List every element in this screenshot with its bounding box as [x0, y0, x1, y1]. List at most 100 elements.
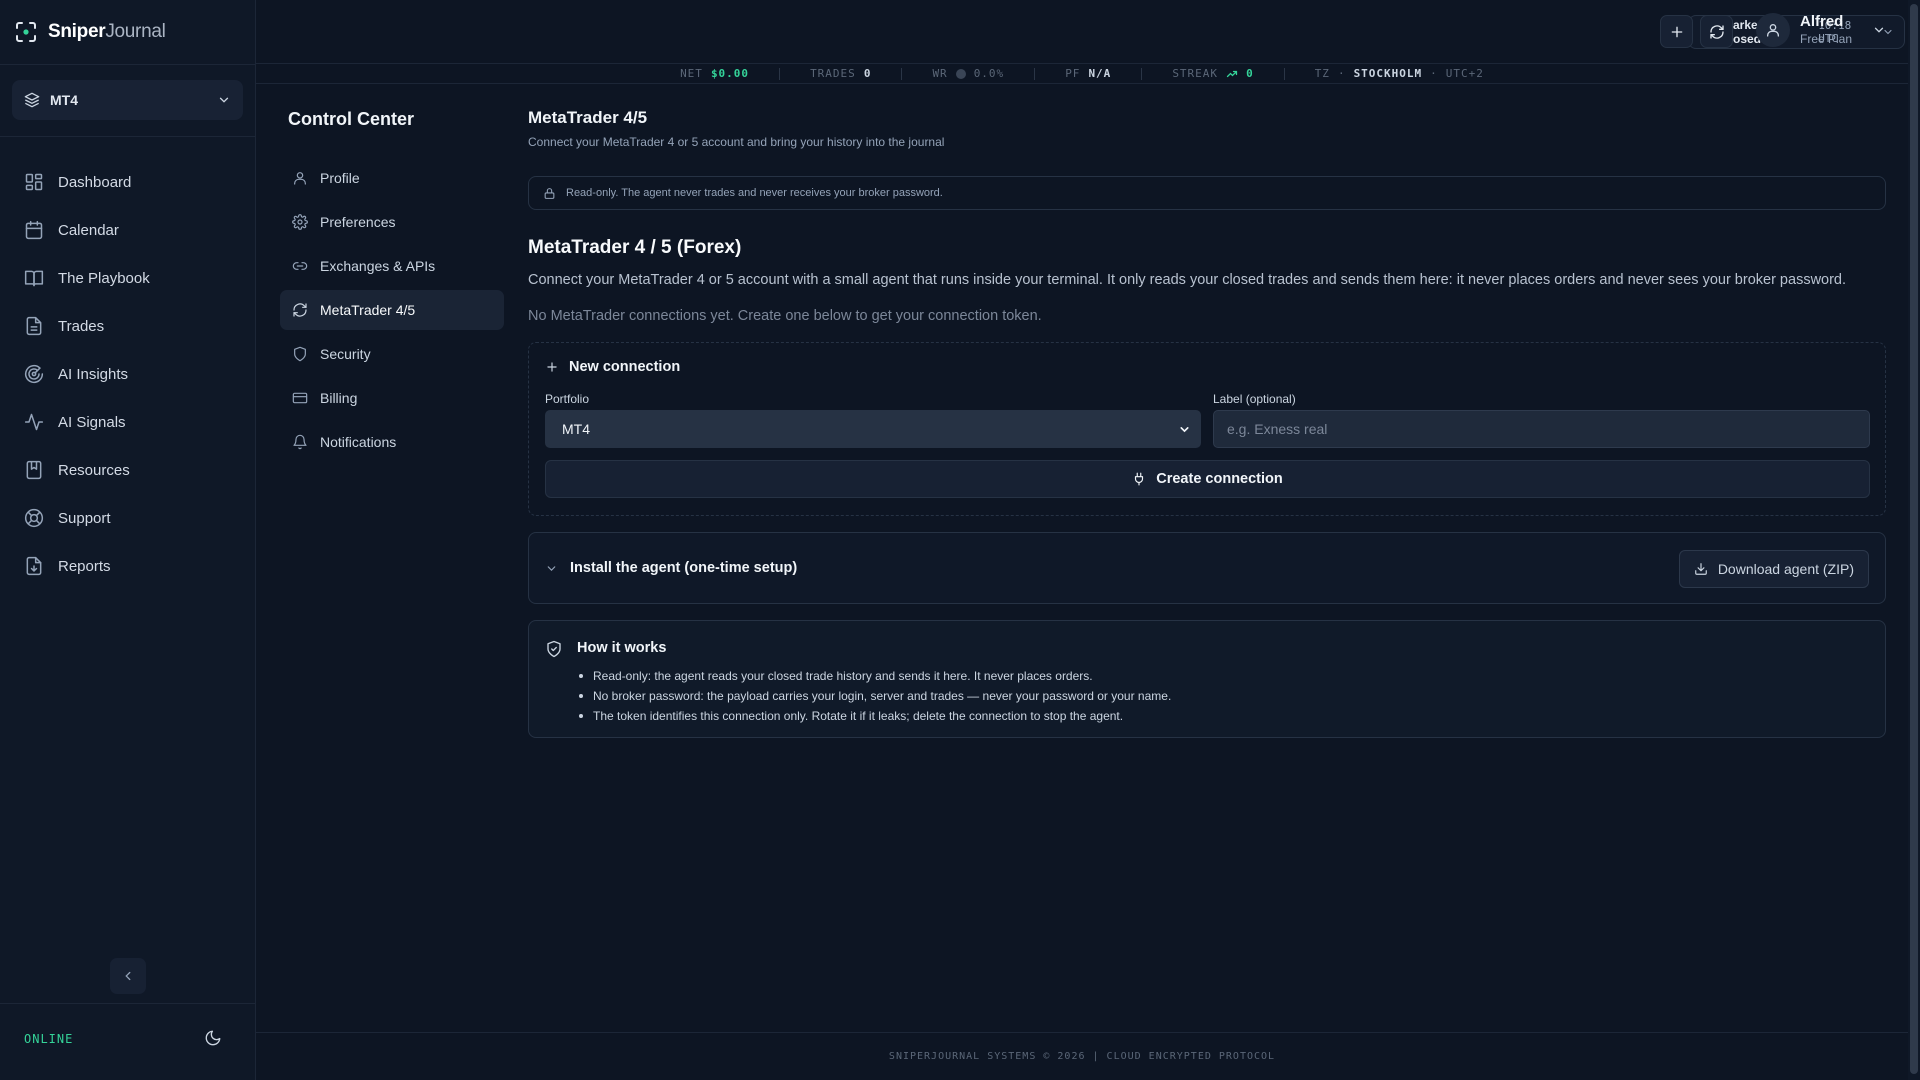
settings-item-preferences[interactable]: Preferences	[280, 202, 504, 242]
portfolio-field-label: Portfolio	[545, 392, 590, 406]
portfolio-selector-label: MT4	[50, 92, 78, 108]
install-agent-card: Install the agent (one-time setup) Downl…	[528, 532, 1886, 604]
sidebar-item-ai-signals[interactable]: AI Signals	[12, 398, 243, 446]
chevron-down-icon	[545, 562, 558, 575]
footer: SNIPERJOURNAL SYSTEMS © 2026 | CLOUD ENC…	[256, 1032, 1908, 1080]
layers-icon	[24, 92, 40, 108]
radar-icon	[24, 364, 44, 384]
calendar-icon	[24, 220, 44, 240]
bookmark-icon	[24, 460, 44, 480]
sidebar-item-trades[interactable]: Trades	[12, 302, 243, 350]
shield-check-icon	[545, 640, 563, 658]
install-agent-toggle[interactable]: Install the agent (one-time setup)	[545, 560, 797, 576]
sidebar-item-label: Dashboard	[58, 173, 132, 191]
settings-item-notifications[interactable]: Notifications	[280, 422, 504, 462]
download-agent-button[interactable]: Download agent (ZIP)	[1678, 550, 1869, 588]
user-icon	[1765, 22, 1781, 38]
user-name: Alfred	[1800, 13, 1844, 30]
sidebar-item-support[interactable]: Support	[12, 494, 243, 542]
create-connection-button[interactable]: Create connection	[545, 460, 1870, 498]
add-button[interactable]	[1660, 15, 1693, 48]
sidebar-item-label: AI Signals	[58, 413, 126, 431]
settings-item-label: Profile	[320, 170, 360, 186]
ticker-label: PF	[1065, 67, 1081, 80]
avatar	[1756, 13, 1790, 47]
refresh-icon	[292, 302, 308, 318]
gear-icon	[292, 214, 308, 230]
sidebar-nav: Dashboard Calendar The Playbook Trades A…	[12, 158, 243, 590]
list-item: The token identifies this connection onl…	[577, 706, 1171, 726]
settings-item-label: Preferences	[320, 214, 396, 230]
empty-state-text: No MetaTrader connections yet. Create on…	[528, 308, 1042, 324]
sidebar-item-playbook[interactable]: The Playbook	[12, 254, 243, 302]
portfolio-select[interactable]: MT4	[545, 410, 1201, 448]
sidebar-item-resources[interactable]: Resources	[12, 446, 243, 494]
settings-item-label: Billing	[320, 390, 358, 406]
app-name-bold: Sniper	[48, 21, 106, 42]
sidebar-item-calendar[interactable]: Calendar	[12, 206, 243, 254]
sidebar-item-reports[interactable]: Reports	[12, 542, 243, 590]
ticker-value: UTC+2	[1445, 67, 1484, 80]
theme-toggle-button[interactable]	[204, 1029, 222, 1047]
ticker-value: 0.0%	[973, 67, 1005, 80]
sidebar-item-dashboard[interactable]: Dashboard	[12, 158, 243, 206]
create-connection-label: Create connection	[1156, 471, 1283, 487]
user-menu[interactable]: Alfred Free Plan	[1756, 13, 1886, 47]
ticker-separator: ·	[1430, 67, 1438, 80]
footer-text: SNIPERJOURNAL SYSTEMS © 2026 | CLOUD ENC…	[888, 1051, 1276, 1062]
metatrader-settings-panel: MetaTrader 4/5 Connect your MetaTrader 4…	[528, 108, 1886, 738]
settings-item-security[interactable]: Security	[280, 334, 504, 374]
chevron-down-icon	[217, 93, 231, 107]
plus-icon	[545, 360, 559, 374]
readonly-notice: Read-only. The agent never trades and ne…	[528, 176, 1886, 210]
sidebar-item-label: Reports	[58, 557, 111, 575]
app-logo[interactable]: SniperJournal	[14, 20, 166, 44]
ticker-value: N/A	[1088, 67, 1112, 80]
new-connection-card: New connection Portfolio MT4 Label (opti…	[528, 342, 1886, 516]
ticker-win-rate: WR 0.0%	[902, 67, 1036, 80]
ticker-label: STREAK	[1172, 67, 1219, 80]
sidebar-divider	[0, 1003, 256, 1004]
chevron-down-icon	[1178, 423, 1191, 436]
document-icon	[24, 316, 44, 336]
sync-button[interactable]	[1700, 15, 1733, 48]
sidebar-item-label: Support	[58, 509, 111, 527]
settings-item-exchanges-apis[interactable]: Exchanges & APIs	[280, 246, 504, 286]
link-icon	[292, 258, 308, 274]
scrollbar-thumb[interactable]	[1910, 4, 1918, 1074]
sidebar-item-label: AI Insights	[58, 365, 129, 383]
sidebar-item-label: Calendar	[58, 221, 119, 239]
plug-icon	[1132, 472, 1146, 486]
user-info: Alfred Free Plan	[1800, 13, 1852, 47]
settings-item-label: Exchanges & APIs	[320, 258, 436, 274]
sidebar-divider	[0, 64, 256, 65]
list-item: No broker password: the payload carries …	[577, 686, 1171, 706]
win-rate-indicator	[955, 68, 966, 79]
ticker-profit-factor: PF N/A	[1035, 67, 1143, 80]
activity-icon	[24, 412, 44, 432]
download-icon	[1694, 562, 1708, 576]
how-it-works-list: Read-only: the agent reads your closed t…	[577, 666, 1171, 726]
portfolio-selector[interactable]: MT4	[12, 80, 243, 120]
bell-icon	[292, 434, 308, 450]
credit-card-icon	[292, 390, 308, 406]
book-icon	[24, 268, 44, 288]
list-item: Read-only: the agent reads your closed t…	[577, 666, 1171, 686]
ticker-label: TZ	[1314, 67, 1330, 80]
lock-icon	[543, 187, 556, 200]
ticker-label: NET	[680, 67, 703, 80]
sidebar-item-ai-insights[interactable]: AI Insights	[12, 350, 243, 398]
settings-item-profile[interactable]: Profile	[280, 158, 504, 198]
page-scrollbar[interactable]	[1908, 0, 1920, 1080]
ticker-value: $0.00	[710, 67, 750, 80]
label-field-label: Label (optional)	[1213, 392, 1296, 406]
settings-item-metatrader[interactable]: MetaTrader 4/5	[280, 290, 504, 330]
app-name: SniperJournal	[48, 21, 166, 43]
connection-label-input[interactable]	[1213, 410, 1870, 448]
ticker-value: 0	[1246, 67, 1254, 80]
settings-item-billing[interactable]: Billing	[280, 378, 504, 418]
app-name-light: Journal	[105, 21, 166, 42]
page-subtitle: Connect your MetaTrader 4 or 5 account a…	[528, 135, 945, 149]
ticker-trades: TRADES 0	[780, 67, 903, 80]
collapse-sidebar-button[interactable]	[110, 958, 146, 994]
